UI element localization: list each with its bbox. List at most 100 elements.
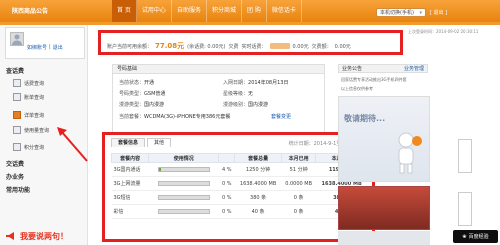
info-number-type: 号码类型：GSM普通: [119, 91, 166, 97]
document-icon: [13, 79, 21, 87]
info-status: 当前状态：开通: [119, 80, 155, 86]
sidebar-cat-pay[interactable]: 交话费: [6, 159, 24, 168]
sidebar-item-usage-query[interactable]: 使用量查询: [13, 126, 49, 134]
progress-fill: [158, 167, 161, 171]
banner-title: 敬请期待...: [344, 114, 386, 123]
baidu-jingyan-badge: ❀ 百度经验: [453, 230, 498, 243]
sidebar-item-label: 使用量查询: [24, 127, 50, 134]
usage-progress: [148, 190, 219, 205]
feedback-banner[interactable]: 我要说两句！: [5, 228, 85, 244]
usage-table: 套餐内容 使用情况 套餐总量 本月已用 本月剩余 3G国内通话 4 % 1250…: [110, 153, 368, 219]
arrears-amount: 0.00元: [334, 43, 351, 50]
top-nav-bar: 陕西商品公告 首 页 试用中心 自助服务 积分商城 团 购 微信话卡 本机切换(…: [0, 0, 500, 22]
info-roaming-level: 漫游级别：国内漫游: [223, 102, 269, 108]
sidebar-item-points-query[interactable]: 积分查询: [13, 143, 44, 151]
feedback-label: 我要说两句！: [20, 231, 68, 241]
list-icon: [13, 111, 21, 119]
row-pct: 0 %: [218, 204, 235, 219]
tab-other[interactable]: 其他: [147, 138, 172, 147]
row-name: 3G上网流量: [111, 176, 149, 191]
nav-self-service[interactable]: 自助服务: [172, 0, 207, 22]
usage-progress: [148, 204, 219, 219]
col-total: 套餐总量: [234, 153, 282, 163]
row-pct: 0 %: [218, 176, 235, 191]
sidebar-item-label: 详单查询: [24, 112, 45, 119]
sidebar-item-fee-query[interactable]: 话费查询: [13, 79, 44, 87]
balance-amount: 77.08元: [155, 42, 185, 50]
table-row: 3G短信 0 % 380 条 0 条 380 条: [111, 190, 368, 205]
row-total: 40 条: [234, 204, 282, 219]
bind-account-link[interactable]: 如绑账号: [27, 44, 47, 51]
sidebar-item-label: 积分查询: [24, 144, 45, 151]
profile-logout-link[interactable]: 退出: [53, 44, 63, 51]
profile-card: 如绑账号 | 退出: [5, 27, 85, 59]
plan-change-link[interactable]: 套餐变更: [271, 113, 291, 120]
row-name: 3G国内通话: [111, 162, 149, 177]
bill-icon: [13, 93, 21, 101]
logout-link[interactable]: [ 退出 ]: [430, 9, 447, 16]
row-total: 380 条: [234, 190, 282, 205]
usage-progress: [148, 162, 219, 177]
main-nav: 首 页 试用中心 自助服务 积分商城 团 购 微信话卡: [112, 0, 302, 22]
row-name: 3G短信: [111, 190, 149, 205]
chart-icon: [13, 126, 21, 134]
sidebar-cat-common[interactable]: 常用功能: [6, 185, 30, 194]
promo-banner[interactable]: [338, 186, 430, 230]
balance-summary: 账户当前可用余额： 77.08元 (余话费: 0.00元) 欠费 实时话费： 0…: [98, 30, 403, 55]
sidebar-cat-business[interactable]: 办业务: [6, 172, 24, 181]
announcement-title: 业务公告: [342, 66, 363, 72]
section-title-query: 查话费: [6, 68, 25, 75]
qr-code-icon[interactable]: [458, 139, 472, 173]
balance-sub: (余话费: 0.00元): [187, 43, 226, 50]
row-used: 0.0000 MB: [281, 176, 316, 191]
annotation-arrow: [57, 127, 88, 162]
info-current-plan: 当前套餐：WCDMA(3G)-iPHONE专用386元套餐: [119, 114, 231, 120]
table-row: 彩信 0 % 40 条 0 条 40 条: [111, 204, 368, 219]
account-switch-select[interactable]: 本机切换(手机) ▾: [376, 8, 426, 17]
page: 陕西商品公告 首 页 试用中心 自助服务 积分商城 团 购 微信话卡 本机切换(…: [0, 0, 500, 245]
baidu-label: 百度经验: [468, 234, 489, 240]
table-header-row: 套餐内容 使用情况 套餐总量 本月已用 本月剩余: [110, 153, 368, 163]
avatar: [10, 32, 24, 46]
figure-illustration: [398, 132, 422, 174]
business-manage-link[interactable]: 业务管理: [404, 65, 424, 72]
sidebar-item-label: 账单查询: [24, 94, 45, 101]
nav-home[interactable]: 首 页: [112, 0, 137, 22]
brand-title: 陕西商品公告: [12, 8, 49, 15]
announcement-header: 业务公告 业务管理: [338, 64, 428, 73]
table-row: 3G国内通话 4 % 1250 分钟 51 分钟 1199 分钟: [111, 162, 368, 177]
col-pct: [218, 153, 236, 163]
side-widgets: [448, 64, 492, 245]
promo-banner-2[interactable]: [338, 231, 430, 245]
nav-group-buy[interactable]: 团 购: [242, 0, 267, 22]
row-used: 0 条: [281, 190, 316, 205]
sidebar-item-detail-query[interactable]: 详单查询: [13, 111, 44, 119]
announcement-note: 以上信息仅供参考: [341, 86, 373, 91]
row-pct: 0 %: [218, 190, 235, 205]
realtime-fee-label: 实时话费：: [241, 43, 267, 50]
table-row: 3G上网流量 0 % 1638.4000 MB 0.0000 MB 1638.4…: [111, 176, 368, 191]
nav-wechat-card[interactable]: 微信话卡: [267, 0, 302, 22]
arrears-amount-label: 欠费额：: [311, 43, 332, 50]
usage-progress: [148, 176, 219, 191]
row-total: 1250 分钟: [234, 162, 282, 177]
nav-trial-center[interactable]: 试用中心: [137, 0, 172, 22]
row-pct: 4 %: [218, 162, 235, 177]
sidebar-item-bill-query[interactable]: 账单查询: [13, 93, 44, 101]
info-roaming-type: 漫游类型：国内漫游: [119, 102, 165, 108]
realtime-fee-amount: 0.00元: [292, 43, 309, 50]
balance-label: 账户当前可用余额：: [107, 43, 153, 50]
tab-plan-info[interactable]: 套餐信息: [111, 138, 146, 147]
col-usage: 使用情况: [148, 153, 220, 163]
coming-soon-banner[interactable]: 敬请期待...: [338, 96, 430, 182]
arrears-label: 欠费: [228, 43, 239, 50]
paw-icon: ❀: [462, 233, 467, 240]
sidebar-item-label: 话费查询: [24, 80, 45, 87]
nav-points-mall[interactable]: 积分商城: [207, 0, 242, 22]
qr-code-icon-2[interactable]: [458, 192, 472, 226]
separator: |: [49, 44, 51, 50]
col-used: 本月已用: [280, 153, 317, 163]
announcement-text[interactable]: 回家话费专享活动推出3G手机四件套: [341, 77, 431, 83]
megaphone-icon: [5, 230, 17, 242]
info-join-date: 入网日期：2014年08月13日: [223, 80, 289, 86]
